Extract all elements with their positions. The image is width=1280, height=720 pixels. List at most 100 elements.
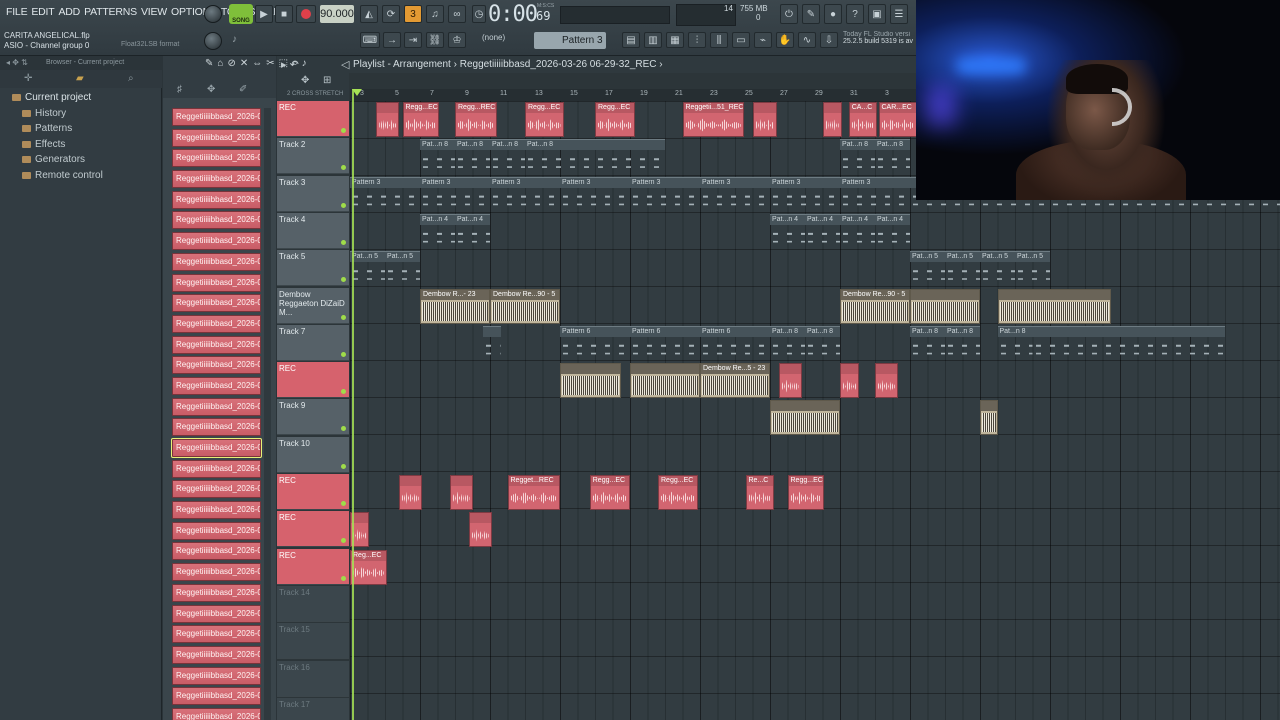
browser-item-patterns[interactable]: Patterns xyxy=(12,121,103,137)
track-header[interactable]: Track 3 xyxy=(277,175,349,212)
menu-add[interactable]: ADD xyxy=(57,6,83,18)
link-button[interactable]: ⛓ xyxy=(426,32,444,48)
countdown-button[interactable]: 3 xyxy=(404,5,422,23)
zoom-tool-icon[interactable]: ⌕ xyxy=(292,58,302,69)
track-header[interactable]: Track 2 xyxy=(277,138,349,175)
browser-collapse-icon[interactable]: ✛ xyxy=(24,73,32,84)
pattern-clip[interactable]: Pattern 3 xyxy=(560,176,630,212)
mute-tool-icon[interactable]: ✕ xyxy=(240,58,252,69)
channel-button[interactable]: Reggetiiiiibbasd_2026-0... xyxy=(172,211,261,230)
audio-clip[interactable]: Reg...EC xyxy=(350,549,387,585)
piano-roll-button[interactable]: ▥ xyxy=(644,32,662,48)
playback-tool-icon[interactable]: ♪ xyxy=(302,58,311,69)
channel-button[interactable]: ⫼ xyxy=(710,32,728,48)
mixer-view-button[interactable]: ⫶ xyxy=(688,32,706,48)
pattern-clip[interactable]: Pat...n 8 xyxy=(997,325,1033,361)
pattern-clip[interactable]: Pattern 3 xyxy=(630,176,700,212)
browser-item-history[interactable]: History xyxy=(12,106,103,122)
audio-clip[interactable] xyxy=(822,102,842,137)
slip-tool-icon[interactable]: ⇔ xyxy=(252,58,266,69)
pattern-clip[interactable]: Pat...n 8 xyxy=(420,139,455,174)
track-enable-led[interactable] xyxy=(341,426,346,432)
track-header[interactable]: Track 15 xyxy=(277,623,349,660)
delete-tool-icon[interactable]: ⊘ xyxy=(227,58,239,69)
touch-keyboard-button[interactable]: ✋ xyxy=(776,32,794,48)
select-tool-icon[interactable]: ⬚ xyxy=(279,58,292,69)
browser-item-effects[interactable]: Effects xyxy=(12,137,103,153)
audio-clip[interactable] xyxy=(560,363,622,399)
track-enable-led[interactable] xyxy=(341,575,346,581)
track-enable-led[interactable] xyxy=(341,501,346,506)
channel-button[interactable]: Reggetiiiiibbasd_2026-0... xyxy=(172,707,261,720)
audio-clip[interactable]: Regg...REC xyxy=(455,102,497,137)
track-enable-led[interactable] xyxy=(341,389,346,395)
audio-clip[interactable]: Regget...REC xyxy=(507,475,560,510)
pattern-clip[interactable]: Pat...n 8 xyxy=(875,139,910,174)
back-icon[interactable]: ◁ xyxy=(341,58,349,71)
channel-button[interactable]: Reggetiiiiibbasd_2026-0... xyxy=(172,149,261,168)
audio-clip[interactable]: Dembow Re...90 - 5 xyxy=(490,288,560,324)
automation-icon[interactable]: ✥ xyxy=(207,84,215,95)
pattern-clip[interactable]: Pattern 3 xyxy=(420,176,490,212)
audio-clip[interactable]: CAR...EC xyxy=(878,102,917,137)
pattern-clip[interactable]: Pat...n 8 xyxy=(840,139,875,174)
time-mode-button[interactable]: ◷ xyxy=(472,5,486,23)
pencil-icon[interactable]: ✐ xyxy=(239,84,247,95)
edison-button[interactable]: ∿ xyxy=(798,32,816,48)
tempo-display[interactable]: 90.000 xyxy=(320,5,354,23)
step-edit-button[interactable]: ⇥ xyxy=(404,32,422,48)
magnet-icon[interactable]: ✥ xyxy=(301,75,309,86)
download-button[interactable]: ⇩ xyxy=(820,32,838,48)
audio-clip[interactable]: Regg...EC xyxy=(402,102,440,137)
play-button[interactable]: ▶ xyxy=(255,5,273,23)
track-header[interactable]: Track 9 xyxy=(277,399,349,436)
pattern-clip[interactable]: Pat...n 8 xyxy=(455,139,490,174)
browser-button[interactable]: ▭ xyxy=(732,32,750,48)
audio-clip[interactable]: Dembow R...- 23 xyxy=(420,288,490,324)
track-header[interactable]: REC xyxy=(277,101,349,137)
track-header[interactable]: Track 17 xyxy=(277,697,349,720)
track-enable-led[interactable] xyxy=(341,314,346,320)
pattern-clip[interactable]: Pattern 6 xyxy=(700,325,770,361)
pattern-clip[interactable]: Pattern 3 xyxy=(490,176,560,212)
pattern-clip[interactable]: Pattern 6 xyxy=(560,325,630,361)
audio-clip[interactable] xyxy=(469,512,492,548)
stop-button[interactable]: ■ xyxy=(275,5,293,23)
channel-button[interactable]: Reggetiiiiibbasd_2026-0... xyxy=(172,128,261,147)
channel-button[interactable]: Reggetiiiiibbasd_2026-0... xyxy=(172,232,261,251)
audio-clip[interactable]: Regg...EC xyxy=(589,475,630,510)
track-header[interactable]: Track 10 xyxy=(277,436,349,473)
pattern-clip[interactable]: Pat...n 8 xyxy=(525,139,665,174)
track-header[interactable]: Track 7 xyxy=(277,324,349,361)
pattern-clip[interactable]: Pattern 3 xyxy=(700,176,770,212)
draw-tool-icon[interactable]: ✎ xyxy=(205,58,217,69)
audio-clip[interactable]: Re...C xyxy=(745,475,774,510)
piano-icon[interactable]: ♯ xyxy=(177,84,182,95)
channel-button[interactable]: Reggetiiiiibbasd_2026-0... xyxy=(172,252,261,271)
channel-button[interactable]: Reggetiiiiibbasd_2026-0... xyxy=(172,501,261,520)
audio-clip[interactable]: Regg...EC xyxy=(595,102,636,137)
audio-clip[interactable] xyxy=(778,363,802,399)
paint-tool-icon[interactable]: ⌂ xyxy=(217,58,227,69)
pattern-clip[interactable]: Pattern 6 xyxy=(630,325,700,361)
browser-folder-icon[interactable]: ▰ xyxy=(76,73,84,84)
channel-button[interactable]: Reggetiiiiibbasd_2026-0... xyxy=(172,480,261,499)
track-header[interactable]: Dembow Reggaeton DiZaiD M... xyxy=(277,287,349,324)
menu-edit[interactable]: EDIT xyxy=(29,6,56,18)
pattern-clip[interactable]: Pat...n 8 xyxy=(770,325,805,361)
bell-button[interactable]: ♔ xyxy=(448,32,466,48)
tools-button[interactable]: ✎ xyxy=(802,4,820,24)
track-header[interactable]: REC xyxy=(277,474,349,510)
track-header[interactable]: Track 4 xyxy=(277,212,349,249)
browser-item-remote-control[interactable]: Remote control xyxy=(12,168,103,184)
master-volume-knob[interactable] xyxy=(204,5,222,23)
audio-clip[interactable] xyxy=(910,288,980,324)
snap-selector[interactable]: (none) xyxy=(482,33,505,42)
song-mode-button[interactable]: SONG xyxy=(229,4,253,24)
pattern-clip[interactable]: Pat...n 4 xyxy=(455,213,490,249)
track-enable-led[interactable] xyxy=(341,165,346,171)
track-enable-led[interactable] xyxy=(341,202,346,208)
loop-record-button[interactable]: ∞ xyxy=(448,5,466,23)
audio-clip[interactable]: Regg...EC xyxy=(525,102,564,137)
pattern-clip[interactable]: Pat...n 5 xyxy=(1015,251,1050,286)
